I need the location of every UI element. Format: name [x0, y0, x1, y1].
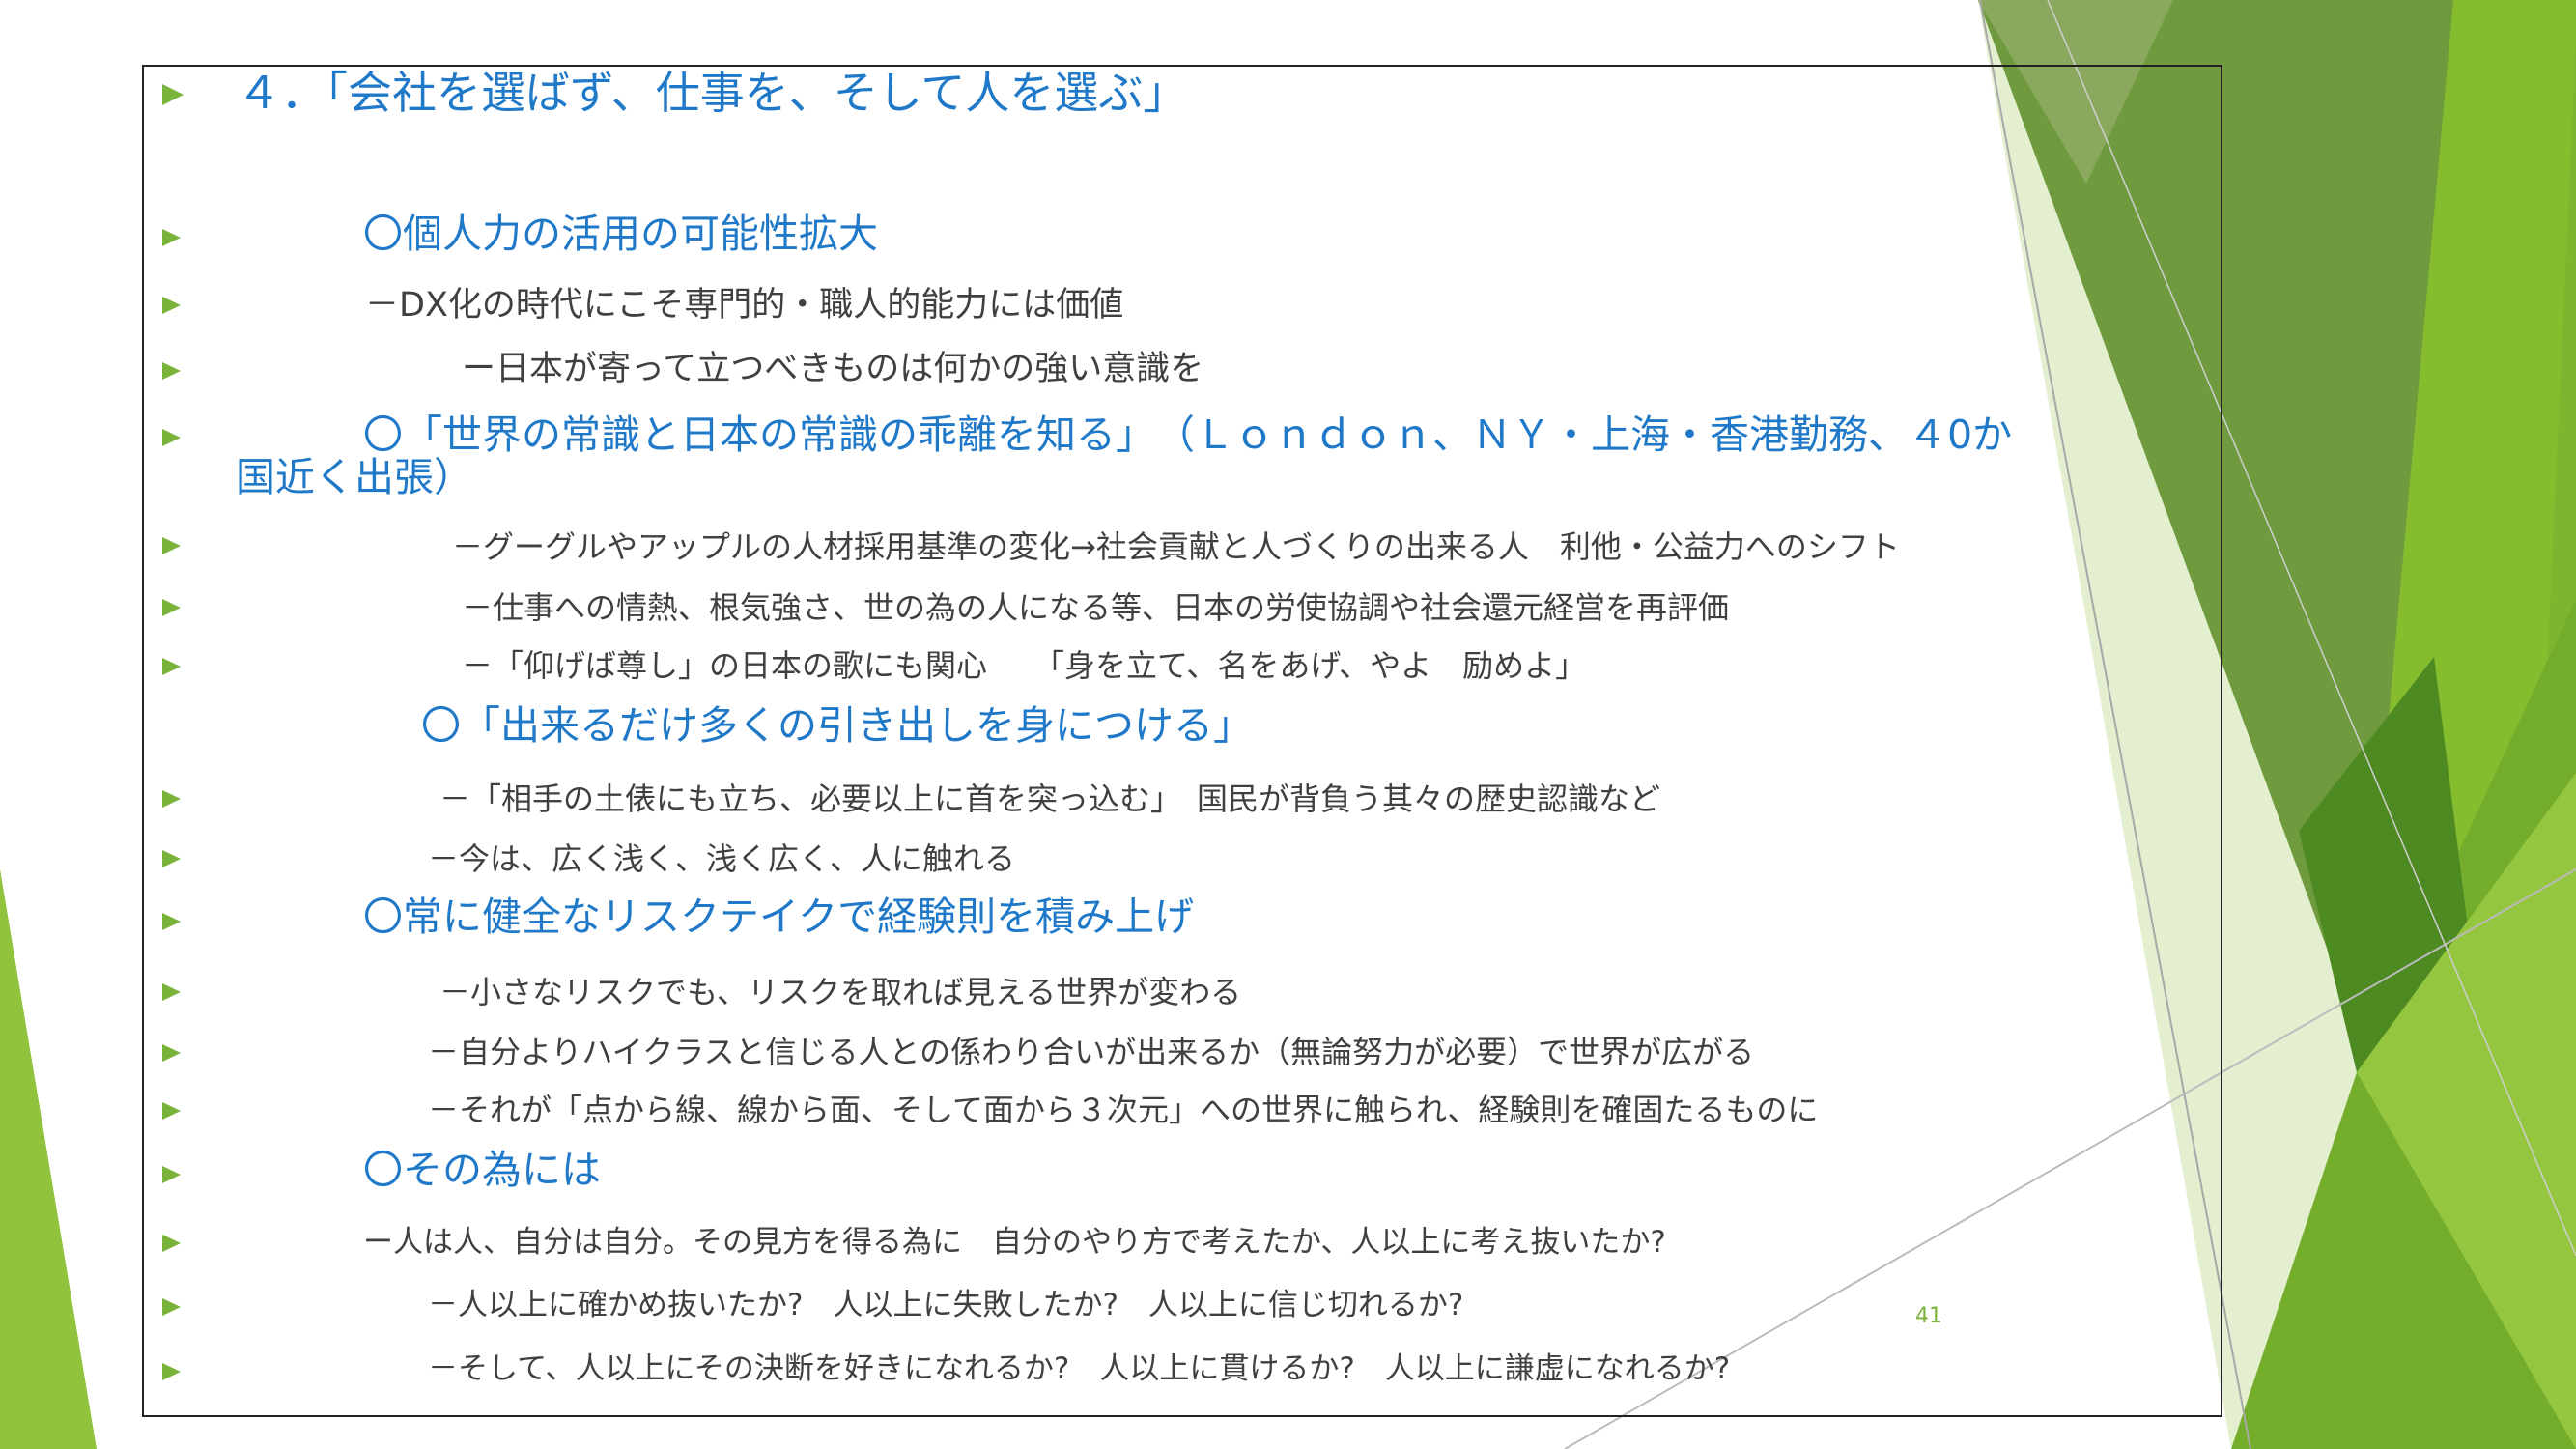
triangle-right-icon [162, 1298, 181, 1316]
body-line: －小さなリスクでも、リスクを取れば見える世界が変わる [439, 974, 1242, 1010]
body-line: ー人は人、自分は自分。その見方を得る為に 自分のやり方で考えたか、人以上に考え抜… [363, 1225, 1666, 1260]
triangle-right-icon [162, 84, 184, 105]
body-line: －「相手の土俵にも立ち、必要以上に首を突っ込む」 国民が背負う其々の歴史認識など [439, 781, 1661, 817]
triangle-right-icon [162, 362, 181, 380]
section-heading: 〇「出来るだけ多くの引き出しを身につける」 [421, 702, 1253, 749]
triangle-right-icon [162, 229, 181, 246]
triangle-right-icon [162, 1102, 181, 1120]
body-line: －DX化の時代にこそ専門的・職人的能力には価値 [365, 286, 1124, 325]
section-heading: 〇その為には [363, 1147, 601, 1193]
triangle-right-icon [162, 429, 181, 446]
triangle-right-icon [162, 1166, 181, 1183]
triangle-right-icon [162, 790, 181, 808]
slide: ４．「会社を選ばず、仕事を、そして人を選ぶ」 〇個人力の活用の可能性拡大 －DX… [0, 0, 2576, 1449]
triangle-right-icon [162, 1044, 181, 1062]
section-heading: 〇常に健全なリスクテイクで経験則を積み上げ [363, 894, 1195, 940]
triangle-right-icon [162, 658, 181, 675]
section-heading: 〇個人力の活用の可能性拡大 [363, 211, 878, 257]
body-line: －グーグルやアップルの人材採用基準の変化→社会貢献と人づくりの出来る人 利他・公… [452, 528, 1900, 565]
page-number: 41 [1915, 1304, 1942, 1328]
triangle-right-icon [162, 599, 181, 616]
body-line: －今は、広く浅く、浅く広く、人に触れる [428, 840, 1016, 877]
section-heading: 〇「世界の常識と日本の常識の乖離を知る」 （Ｌｏｎｄｏｎ、ＮＹ・上海・香港勤務、… [363, 412, 2013, 458]
triangle-right-icon [162, 983, 181, 1001]
triangle-right-icon [162, 537, 181, 554]
body-line: －「仰げば尊し」の日本の歌にも関心 「身を立て、名をあげ、やよ 励めよ」 [462, 647, 1587, 684]
body-line: －それが「点から線、線から面、そして面から３次元」への世界に触られ、経験則を確固… [428, 1092, 1819, 1128]
body-line: ー日本が寄って立つべきものは何かの強い意識を [462, 350, 1204, 388]
body-line: －仕事への情熱、根気強さ、世の為の人になる等、日本の労使協調や社会還元経営を再評… [462, 589, 1730, 626]
triangle-right-icon [162, 1363, 181, 1380]
triangle-right-icon [162, 913, 181, 930]
body-line: －自分よりハイクラスと信じる人との係わり合いが出来るか（無論努力が必要）で世界が… [428, 1034, 1755, 1070]
triangle-right-icon [162, 1235, 181, 1252]
section-heading-cont: 国近く出張） [236, 454, 473, 500]
slide-title: ４．「会社を選ばず、仕事を、そして人を選ぶ」 [237, 67, 1188, 119]
triangle-right-icon [162, 297, 181, 314]
body-line: －人以上に確かめ抜いたか? 人以上に失敗したか? 人以上に信じ切れるか? [428, 1288, 1464, 1322]
body-line: －そして、人以上にその決断を好きになれるか? 人以上に貫けるか? 人以上に謙虚に… [428, 1351, 1731, 1386]
triangle-right-icon [162, 850, 181, 867]
